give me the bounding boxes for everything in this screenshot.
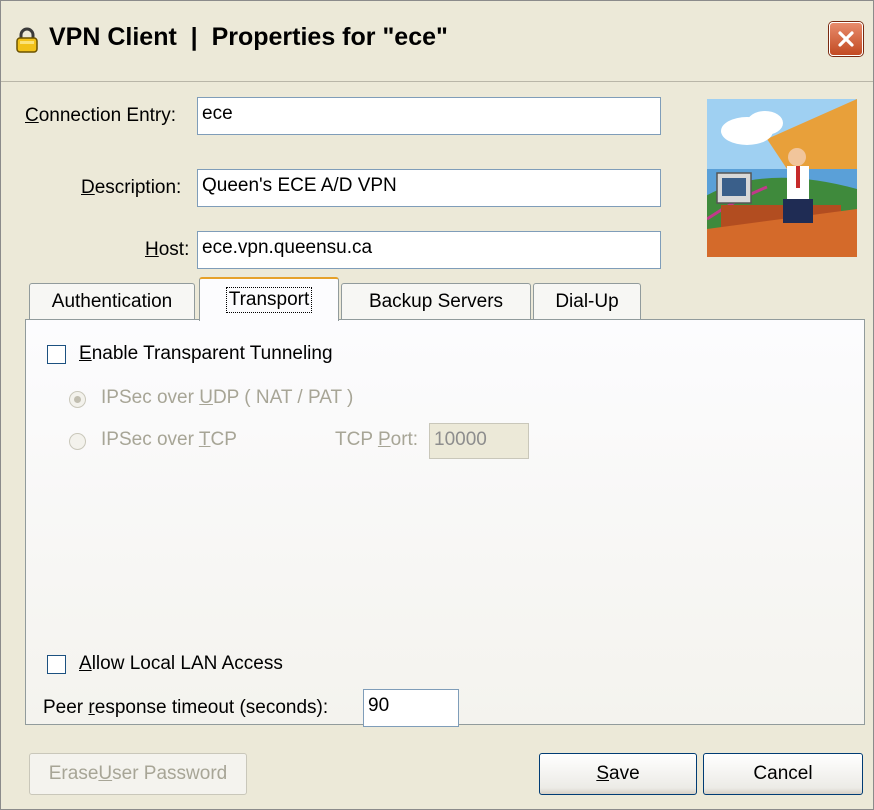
tab-transport-label: Transport [225, 287, 313, 313]
host-label: Host: [145, 239, 190, 260]
tcp-port-label: TCP Port: [335, 429, 419, 450]
peer-timeout-label: Peer response timeout (seconds): [43, 697, 329, 718]
ipsec-udp-radio[interactable] [69, 391, 86, 408]
ipsec-udp-label: IPSec over UDP ( NAT / PAT ) [101, 387, 354, 408]
tab-authentication[interactable]: Authentication [29, 283, 195, 320]
connection-entry-label: Connection Entry: [25, 105, 177, 126]
description-input[interactable]: Queen's ECE A/D VPN [197, 169, 661, 207]
enable-tunneling-label: Enable Transparent Tunneling [79, 343, 333, 364]
vpn-user-computer-illustration [687, 99, 857, 257]
radio-selected-dot [74, 396, 81, 403]
save-button[interactable]: Save [539, 753, 697, 795]
cancel-button[interactable]: Cancel [703, 753, 863, 795]
description-label: Description: [81, 177, 182, 198]
tcp-port-input[interactable]: 10000 [429, 423, 529, 459]
window-title: VPN Client | Properties for "ece" [49, 23, 448, 51]
peer-timeout-input[interactable]: 90 [363, 689, 459, 727]
vpn-properties-window: VPN Client | Properties for "ece" Connec… [0, 0, 874, 810]
tab-dial-up[interactable]: Dial-Up [533, 283, 641, 320]
title-bar: VPN Client | Properties for "ece" [1, 1, 873, 82]
erase-user-password-button[interactable]: Erase User Password [29, 753, 247, 795]
close-button[interactable] [829, 22, 863, 56]
allow-lan-label: Allow Local LAN Access [79, 653, 283, 674]
allow-lan-checkbox[interactable] [47, 655, 66, 674]
host-input[interactable]: ece.vpn.queensu.ca [197, 231, 661, 269]
ipsec-tcp-label: IPSec over TCP [101, 429, 237, 450]
tab-backup-servers[interactable]: Backup Servers [341, 283, 531, 320]
padlock-icon [13, 27, 41, 53]
enable-tunneling-checkbox[interactable] [47, 345, 66, 364]
connection-entry-input[interactable]: ece [197, 97, 661, 135]
close-icon [838, 31, 854, 47]
tab-transport[interactable]: Transport [199, 277, 339, 321]
ipsec-tcp-radio[interactable] [69, 433, 86, 450]
